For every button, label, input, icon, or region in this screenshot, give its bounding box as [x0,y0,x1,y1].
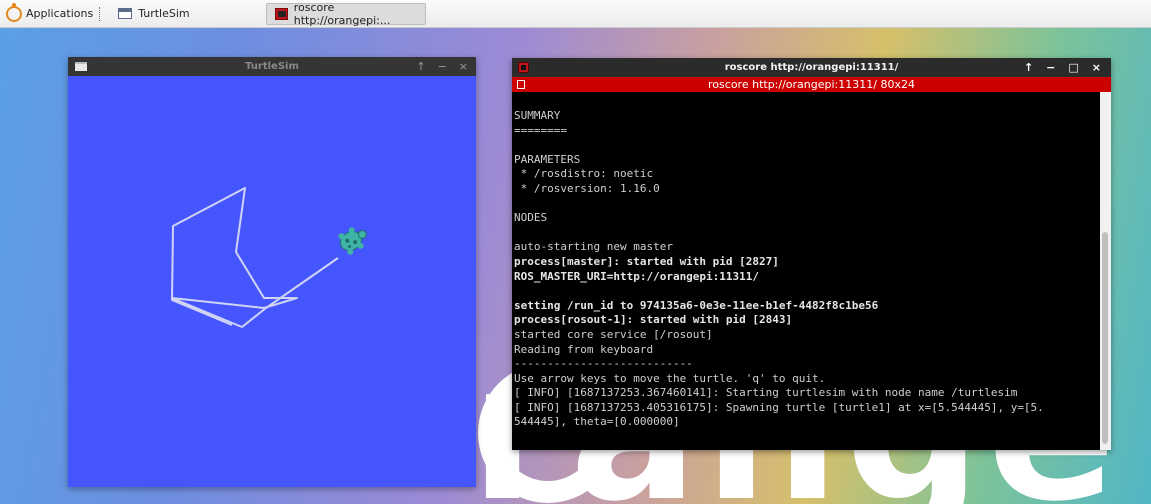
applications-menu[interactable]: Applications [0,0,106,28]
taskbar-item-roscore[interactable]: roscore http://orangepi:... [266,0,427,27]
terminal-line: setting /run_id to 974135a6-0e3e-11ee-b1… [514,298,879,312]
maximize-button[interactable]: ↑ [416,60,425,73]
terminal-line: 544445], theta=[0.000000] [514,415,680,429]
taskbar-item-turtlesim[interactable]: TurtleSim [110,3,262,25]
minimize-button[interactable]: − [1046,61,1055,74]
terminal-line: Reading from keyboard [514,342,654,356]
terminal-subtitle: roscore http://orangepi:11311/ 80x24 [708,78,915,91]
turtle-path-svg [171,187,367,328]
window-title: TurtleSim [245,61,299,72]
terminal-line: NODES [514,211,548,225]
terminal-line: started core service [/rosout] [514,327,713,341]
terminal-output[interactable]: SUMMARY ======== PARAMETERS * /rosdistro: … [512,92,1100,450]
turtlesim-titlebar[interactable]: TurtleSim ↑ − × [68,57,476,76]
turtlesim-canvas [68,76,476,487]
close-button[interactable]: × [1092,61,1101,74]
minimize-button[interactable]: − [438,60,447,73]
applications-icon [6,2,22,22]
window-title: roscore http://orangepi:11311/ [724,62,899,73]
terminal-line: SUMMARY [514,109,561,122]
terminal-tab-bar: roscore http://orangepi:11311/ 80x24 [512,77,1111,92]
restore-button[interactable]: □ [1068,61,1078,74]
terminal-line: * /rosdistro: noetic [514,167,654,181]
terminal-line: process[rosout-1]: started with pid [284… [514,313,793,327]
terminal-line: [ INFO] [1687137253.405316175]: Spawning… [514,400,1044,414]
scrollbar-thumb[interactable] [1102,232,1108,444]
taskbar-separator [99,6,101,21]
maximize-button[interactable]: ↑ [1024,61,1033,74]
scrollbar[interactable] [1100,92,1111,450]
terminal-window: roscore http://orangepi:11311/ ↑ − □ × r… [512,58,1111,450]
terminal-icon [275,7,288,20]
turtle-icon [338,227,367,255]
applications-label: Applications [26,7,94,20]
terminal-line: --------------------------- [514,357,693,371]
terminal-line: process[master]: started with pid [2827] [514,254,779,268]
taskbar-item-label: roscore http://orangepi:... [293,0,391,27]
terminal-line: PARAMETERS [514,152,581,166]
terminal-line: [ INFO] [1687137253.367460141]: Starting… [514,386,1018,400]
tab-icon [517,80,525,89]
terminal-line: ======== [514,123,567,137]
terminal-titlebar[interactable]: roscore http://orangepi:11311/ ↑ − □ × [512,58,1111,77]
terminal-line: ROS_MASTER_URI=http://orangepi:11311/ [514,269,760,283]
terminal-line: Use arrow keys to move the turtle. 'q' t… [514,371,826,385]
turtlesim-window: TurtleSim ↑ − × [68,57,476,487]
terminal-line: * /rosversion: 1.16.0 [514,181,660,195]
terminal-line: auto-starting new master [514,240,673,254]
turtle-path [171,187,339,328]
taskbar: Applications TurtleSim roscore http://or… [0,0,1151,28]
close-button[interactable]: × [459,60,468,73]
taskbar-item-label: TurtleSim [138,7,190,20]
window-icon [118,8,133,19]
